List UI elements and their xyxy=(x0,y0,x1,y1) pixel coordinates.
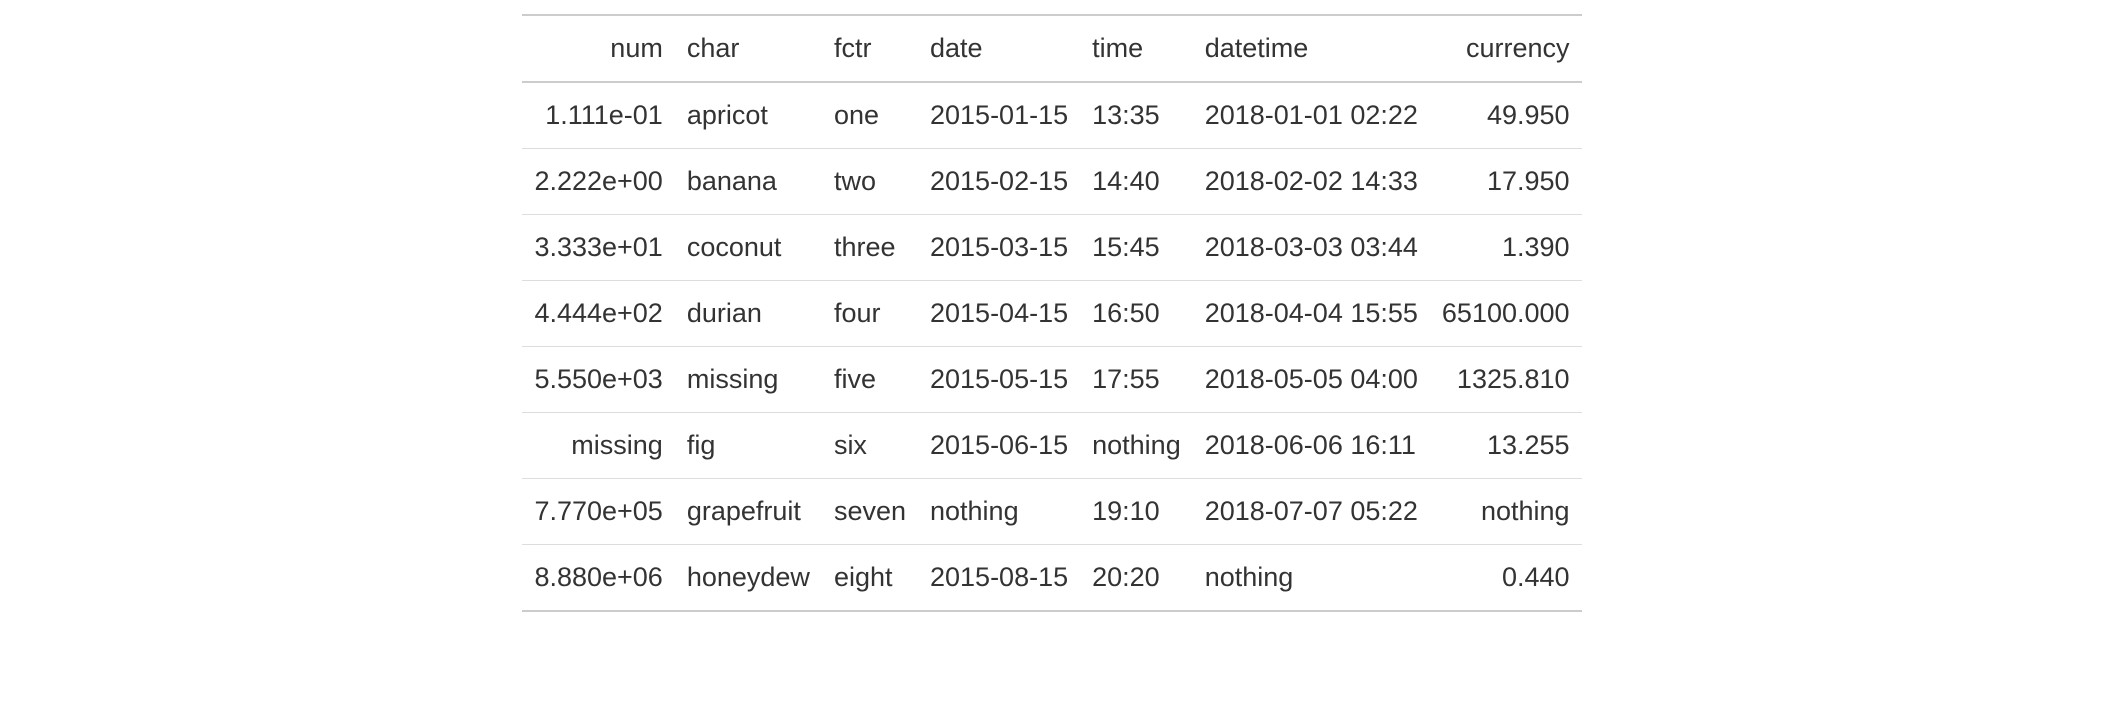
cell-char: apricot xyxy=(675,82,822,149)
cell-datetime: 2018-03-03 03:44 xyxy=(1193,215,1430,281)
cell-time: 20:20 xyxy=(1080,545,1193,612)
cell-char: durian xyxy=(675,281,822,347)
cell-char: honeydew xyxy=(675,545,822,612)
cell-num: 4.444e+02 xyxy=(522,281,674,347)
cell-currency: 65100.000 xyxy=(1430,281,1582,347)
cell-datetime: 2018-07-07 05:22 xyxy=(1193,479,1430,545)
cell-date: 2015-04-15 xyxy=(918,281,1080,347)
col-header-datetime: datetime xyxy=(1193,15,1430,82)
col-header-currency: currency xyxy=(1430,15,1582,82)
cell-num: 2.222e+00 xyxy=(522,149,674,215)
cell-currency: 17.950 xyxy=(1430,149,1582,215)
col-header-num: num xyxy=(522,15,674,82)
cell-time: 19:10 xyxy=(1080,479,1193,545)
cell-fctr: eight xyxy=(822,545,918,612)
cell-fctr: seven xyxy=(822,479,918,545)
table-row: 8.880e+06 honeydew eight 2015-08-15 20:2… xyxy=(522,545,1581,612)
cell-char: banana xyxy=(675,149,822,215)
cell-num: 3.333e+01 xyxy=(522,215,674,281)
col-header-char: char xyxy=(675,15,822,82)
cell-fctr: three xyxy=(822,215,918,281)
table-row: 7.770e+05 grapefruit seven nothing 19:10… xyxy=(522,479,1581,545)
cell-char: missing xyxy=(675,347,822,413)
cell-num: 7.770e+05 xyxy=(522,479,674,545)
cell-currency: 13.255 xyxy=(1430,413,1582,479)
cell-date: 2015-02-15 xyxy=(918,149,1080,215)
cell-fctr: five xyxy=(822,347,918,413)
cell-time: 15:45 xyxy=(1080,215,1193,281)
cell-char: fig xyxy=(675,413,822,479)
cell-time: nothing xyxy=(1080,413,1193,479)
cell-date: 2015-06-15 xyxy=(918,413,1080,479)
data-table: num char fctr date time datetime currenc… xyxy=(522,14,1581,612)
cell-datetime: 2018-01-01 02:22 xyxy=(1193,82,1430,149)
cell-currency: 0.440 xyxy=(1430,545,1582,612)
cell-datetime: 2018-05-05 04:00 xyxy=(1193,347,1430,413)
cell-currency: 1325.810 xyxy=(1430,347,1582,413)
cell-num: missing xyxy=(522,413,674,479)
cell-date: 2015-03-15 xyxy=(918,215,1080,281)
cell-datetime: 2018-06-06 16:11 xyxy=(1193,413,1430,479)
table-row: 1.111e-01 apricot one 2015-01-15 13:35 2… xyxy=(522,82,1581,149)
cell-fctr: one xyxy=(822,82,918,149)
cell-datetime: nothing xyxy=(1193,545,1430,612)
table-row: 3.333e+01 coconut three 2015-03-15 15:45… xyxy=(522,215,1581,281)
cell-date: 2015-08-15 xyxy=(918,545,1080,612)
cell-num: 8.880e+06 xyxy=(522,545,674,612)
col-header-date: date xyxy=(918,15,1080,82)
cell-char: coconut xyxy=(675,215,822,281)
cell-currency: nothing xyxy=(1430,479,1582,545)
table-row: missing fig six 2015-06-15 nothing 2018-… xyxy=(522,413,1581,479)
cell-datetime: 2018-02-02 14:33 xyxy=(1193,149,1430,215)
cell-num: 5.550e+03 xyxy=(522,347,674,413)
cell-currency: 49.950 xyxy=(1430,82,1582,149)
table-row: 4.444e+02 durian four 2015-04-15 16:50 2… xyxy=(522,281,1581,347)
cell-datetime: 2018-04-04 15:55 xyxy=(1193,281,1430,347)
cell-date: nothing xyxy=(918,479,1080,545)
table-row: 2.222e+00 banana two 2015-02-15 14:40 20… xyxy=(522,149,1581,215)
cell-fctr: two xyxy=(822,149,918,215)
cell-time: 17:55 xyxy=(1080,347,1193,413)
col-header-fctr: fctr xyxy=(822,15,918,82)
cell-date: 2015-05-15 xyxy=(918,347,1080,413)
cell-time: 16:50 xyxy=(1080,281,1193,347)
table-row: 5.550e+03 missing five 2015-05-15 17:55 … xyxy=(522,347,1581,413)
cell-currency: 1.390 xyxy=(1430,215,1582,281)
cell-fctr: four xyxy=(822,281,918,347)
cell-date: 2015-01-15 xyxy=(918,82,1080,149)
cell-time: 14:40 xyxy=(1080,149,1193,215)
col-header-time: time xyxy=(1080,15,1193,82)
header-row: num char fctr date time datetime currenc… xyxy=(522,15,1581,82)
cell-char: grapefruit xyxy=(675,479,822,545)
cell-num: 1.111e-01 xyxy=(522,82,674,149)
cell-fctr: six xyxy=(822,413,918,479)
cell-time: 13:35 xyxy=(1080,82,1193,149)
